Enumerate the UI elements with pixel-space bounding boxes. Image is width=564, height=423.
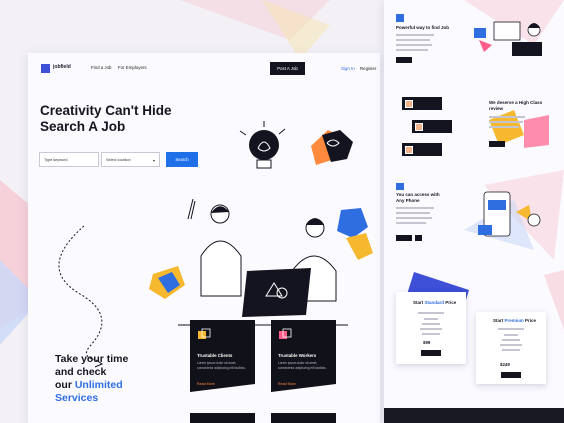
text-line bbox=[502, 349, 520, 351]
worker-icon bbox=[279, 328, 292, 339]
text-line bbox=[396, 44, 432, 46]
text-line bbox=[396, 34, 434, 36]
review-card bbox=[402, 143, 442, 156]
text-line bbox=[489, 116, 525, 118]
text-line bbox=[504, 334, 518, 336]
service-card bbox=[271, 413, 336, 423]
standard-price-amount: $99 bbox=[423, 340, 431, 345]
section-review-button[interactable] bbox=[489, 141, 505, 147]
tagline-highlight: Unlimited bbox=[74, 379, 123, 391]
card-title: Trustable Clients bbox=[197, 353, 233, 358]
text-line bbox=[396, 222, 426, 224]
card-text: Lorem ipsum dolor sit amet, consectetur … bbox=[278, 361, 327, 370]
tagline-line3: our Unlimited bbox=[55, 379, 128, 392]
read-more-link[interactable]: Read More bbox=[197, 382, 215, 386]
section-phone-line2: Any Phone bbox=[396, 197, 420, 203]
premium-price-suffix: Price bbox=[523, 318, 537, 323]
text-line bbox=[422, 333, 440, 335]
text-line bbox=[396, 212, 430, 214]
standard-price-button[interactable] bbox=[421, 350, 441, 356]
text-line bbox=[422, 323, 440, 325]
avatar bbox=[405, 146, 413, 154]
card-text: Lorem ipsum dolor sit amet, consectetur … bbox=[197, 361, 246, 370]
text-line bbox=[498, 328, 524, 330]
premium-price-title: Start Premium Price bbox=[493, 318, 536, 323]
text-line bbox=[500, 344, 522, 346]
text-line bbox=[418, 312, 444, 314]
page-preview-panel: Powerful way to find Job We deserve a Hi… bbox=[384, 0, 564, 423]
premium-price-prefix: Start bbox=[493, 318, 505, 323]
text-line bbox=[420, 328, 442, 330]
read-more-link[interactable]: Read More bbox=[278, 382, 296, 386]
google-play-button[interactable] bbox=[415, 235, 422, 241]
standard-price-title: Start Standard Price bbox=[413, 300, 456, 305]
services-tagline: Take your time and check our Unlimited S… bbox=[55, 353, 128, 405]
premium-price-card: Start Premium Price $249 bbox=[476, 312, 546, 384]
service-card bbox=[190, 413, 255, 423]
section-find-job-title: Powerful way to find Job bbox=[396, 25, 450, 30]
text-line bbox=[396, 39, 430, 41]
landing-page: jobfield Find a Job For Employers Post A… bbox=[28, 53, 380, 423]
standard-price-card: Start Standard Price $99 bbox=[396, 292, 466, 364]
text-line bbox=[489, 121, 523, 123]
app-store-button[interactable] bbox=[396, 235, 412, 241]
section-phone-line1: You can access with bbox=[396, 192, 440, 197]
text-line bbox=[396, 49, 428, 51]
service-card: Trustable Workers Lorem ipsum dolor sit … bbox=[271, 320, 336, 392]
text-line bbox=[489, 126, 519, 128]
section-find-job-button[interactable] bbox=[396, 57, 412, 63]
footer bbox=[384, 408, 564, 423]
review-card bbox=[412, 120, 452, 133]
text-line bbox=[502, 339, 520, 341]
avatar bbox=[405, 100, 413, 108]
section-review-line2: review bbox=[489, 105, 504, 111]
tagline-line4: Services bbox=[55, 392, 99, 404]
tagline-line3-prefix: our bbox=[55, 379, 75, 391]
premium-price-amount: $249 bbox=[500, 362, 510, 367]
standard-price-suffix: Price bbox=[444, 300, 457, 305]
tagline-line1: Take your time bbox=[55, 353, 129, 365]
section-phone-title: You can access with Any Phone bbox=[396, 192, 440, 203]
section-review-line1: We deserve a High Class bbox=[489, 100, 543, 105]
avatar bbox=[415, 123, 423, 131]
section-find-job-icon bbox=[396, 14, 404, 22]
text-line bbox=[396, 207, 434, 209]
standard-price-highlight: Standard bbox=[424, 300, 445, 305]
text-line bbox=[424, 318, 438, 320]
card-title: Trustable Workers bbox=[278, 353, 317, 358]
text-line bbox=[396, 217, 432, 219]
handshake-icon bbox=[198, 328, 211, 339]
review-card bbox=[402, 97, 442, 110]
standard-price-prefix: Start bbox=[413, 300, 425, 305]
tagline-line2: and check bbox=[55, 366, 107, 378]
section-phone-icon bbox=[396, 183, 404, 190]
premium-price-highlight: Premium bbox=[504, 318, 524, 323]
section-review-title: We deserve a High Class review bbox=[489, 100, 542, 111]
service-card: Trustable Clients Lorem ipsum dolor sit … bbox=[190, 320, 255, 392]
premium-price-button[interactable] bbox=[501, 372, 521, 378]
